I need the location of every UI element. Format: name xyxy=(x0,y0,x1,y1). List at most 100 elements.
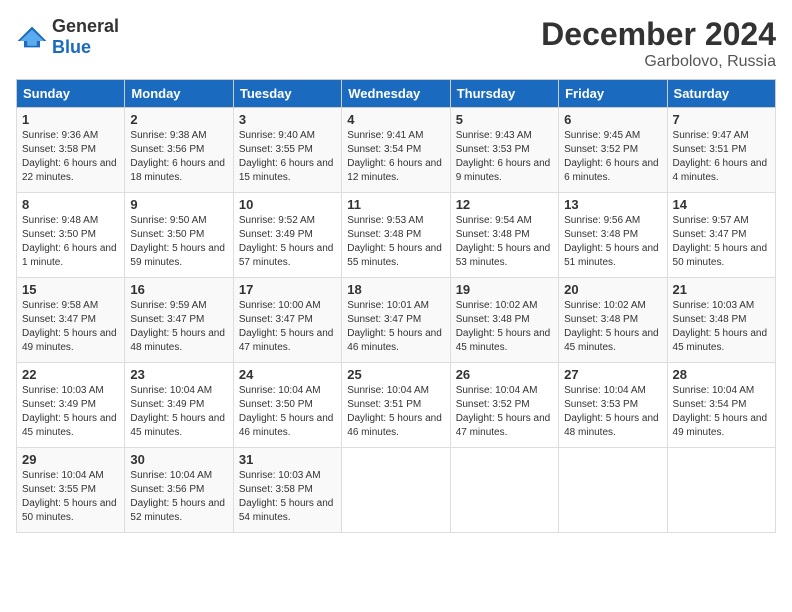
day-cell: 14Sunrise: 9:57 AMSunset: 3:47 PMDayligh… xyxy=(667,193,775,278)
day-number: 11 xyxy=(347,197,444,212)
day-info: Sunrise: 10:04 AMSunset: 3:51 PMDaylight… xyxy=(347,384,444,440)
day-cell: 10Sunrise: 9:52 AMSunset: 3:49 PMDayligh… xyxy=(233,193,341,278)
week-row-1: 8 Sunrise: 9:48 AMSunset: 3:50 PMDaylight… xyxy=(17,193,776,278)
day-info: Sunrise: 9:40 AMSunset: 3:55 PMDaylight:… xyxy=(239,129,336,185)
day-info: Sunrise: 9:56 AMSunset: 3:48 PMDaylight:… xyxy=(564,214,661,270)
day-number: 8 xyxy=(22,197,119,212)
day-info: Sunrise: 9:36 AMSunset: 3:58 PMDaylight:… xyxy=(22,129,119,185)
day-info: Sunrise: 10:03 AMSunset: 3:58 PMDaylight… xyxy=(239,469,336,525)
day-info: Sunrise: 9:41 AMSunset: 3:54 PMDaylight:… xyxy=(347,129,444,185)
day-cell: 20 Sunrise: 10:02 AMSunset: 3:48 PMDaylig… xyxy=(559,278,667,363)
day-cell: 8 Sunrise: 9:48 AMSunset: 3:50 PMDaylight… xyxy=(17,193,125,278)
day-info: Sunrise: 10:02 AMSunset: 3:48 PMDaylight… xyxy=(564,299,661,355)
day-cell: 9 Sunrise: 9:50 AMSunset: 3:50 PMDaylight… xyxy=(125,193,233,278)
calendar-header-row: SundayMondayTuesdayWednesdayThursdayFrid… xyxy=(17,80,776,108)
day-info: Sunrise: 10:04 AMSunset: 3:55 PMDaylight… xyxy=(22,469,119,525)
day-number: 31 xyxy=(239,452,336,467)
column-header-friday: Friday xyxy=(559,80,667,108)
day-number: 24 xyxy=(239,367,336,382)
day-info: Sunrise: 10:04 AMSunset: 3:56 PMDaylight… xyxy=(130,469,227,525)
column-header-sunday: Sunday xyxy=(17,80,125,108)
day-info: Sunrise: 9:52 AMSunset: 3:49 PMDaylight:… xyxy=(239,214,336,270)
day-cell: 26 Sunrise: 10:04 AMSunset: 3:52 PMDaylig… xyxy=(450,363,558,448)
day-number: 23 xyxy=(130,367,227,382)
day-number: 9 xyxy=(130,197,227,212)
day-info: Sunrise: 9:53 AMSunset: 3:48 PMDaylight:… xyxy=(347,214,444,270)
day-number: 2 xyxy=(130,112,227,127)
day-cell: 7Sunrise: 9:47 AMSunset: 3:51 PMDaylight… xyxy=(667,108,775,193)
day-cell: 15Sunrise: 9:58 AMSunset: 3:47 PMDayligh… xyxy=(17,278,125,363)
day-cell: 1 Sunrise: 9:36 AMSunset: 3:58 PMDaylight… xyxy=(17,108,125,193)
day-info: Sunrise: 10:00 AMSunset: 3:47 PMDaylight… xyxy=(239,299,336,355)
day-cell: 16 Sunrise: 9:59 AMSunset: 3:47 PMDayligh… xyxy=(125,278,233,363)
day-info: Sunrise: 9:59 AMSunset: 3:47 PMDaylight:… xyxy=(130,299,227,355)
day-cell: 23 Sunrise: 10:04 AMSunset: 3:49 PMDaylig… xyxy=(125,363,233,448)
day-number: 12 xyxy=(456,197,553,212)
day-info: Sunrise: 10:04 AMSunset: 3:52 PMDaylight… xyxy=(456,384,553,440)
logo-icon xyxy=(16,25,48,49)
day-number: 16 xyxy=(130,282,227,297)
day-number: 7 xyxy=(673,112,770,127)
day-info: Sunrise: 10:03 AMSunset: 3:48 PMDaylight… xyxy=(673,299,770,355)
day-cell: 5Sunrise: 9:43 AMSunset: 3:53 PMDaylight… xyxy=(450,108,558,193)
week-row-4: 29Sunrise: 10:04 AMSunset: 3:55 PMDaylig… xyxy=(17,448,776,533)
day-number: 19 xyxy=(456,282,553,297)
day-cell: 4 Sunrise: 9:41 AMSunset: 3:54 PMDaylight… xyxy=(342,108,450,193)
day-info: Sunrise: 9:48 AMSunset: 3:50 PMDaylight:… xyxy=(22,214,119,270)
day-number: 30 xyxy=(130,452,227,467)
column-header-monday: Monday xyxy=(125,80,233,108)
day-cell: 13Sunrise: 9:56 AMSunset: 3:48 PMDayligh… xyxy=(559,193,667,278)
column-header-wednesday: Wednesday xyxy=(342,80,450,108)
day-number: 28 xyxy=(673,367,770,382)
week-row-0: 1 Sunrise: 9:36 AMSunset: 3:58 PMDaylight… xyxy=(17,108,776,193)
day-cell xyxy=(667,448,775,533)
day-number: 4 xyxy=(347,112,444,127)
day-cell: 22Sunrise: 10:03 AMSunset: 3:49 PMDaylig… xyxy=(17,363,125,448)
month-title: December 2024 xyxy=(541,16,776,53)
day-number: 27 xyxy=(564,367,661,382)
day-number: 20 xyxy=(564,282,661,297)
day-number: 18 xyxy=(347,282,444,297)
day-cell: 27 Sunrise: 10:04 AMSunset: 3:53 PMDaylig… xyxy=(559,363,667,448)
day-cell: 6Sunrise: 9:45 AMSunset: 3:52 PMDaylight… xyxy=(559,108,667,193)
day-info: Sunrise: 9:57 AMSunset: 3:47 PMDaylight:… xyxy=(673,214,770,270)
day-info: Sunrise: 9:50 AMSunset: 3:50 PMDaylight:… xyxy=(130,214,227,270)
day-cell: 11 Sunrise: 9:53 AMSunset: 3:48 PMDayligh… xyxy=(342,193,450,278)
day-info: Sunrise: 10:04 AMSunset: 3:49 PMDaylight… xyxy=(130,384,227,440)
day-number: 15 xyxy=(22,282,119,297)
day-cell: 3 Sunrise: 9:40 AMSunset: 3:55 PMDaylight… xyxy=(233,108,341,193)
day-cell xyxy=(342,448,450,533)
week-row-3: 22Sunrise: 10:03 AMSunset: 3:49 PMDaylig… xyxy=(17,363,776,448)
day-number: 5 xyxy=(456,112,553,127)
logo-text: General Blue xyxy=(52,16,119,58)
day-info: Sunrise: 10:04 AMSunset: 3:53 PMDaylight… xyxy=(564,384,661,440)
day-info: Sunrise: 10:04 AMSunset: 3:50 PMDaylight… xyxy=(239,384,336,440)
column-header-tuesday: Tuesday xyxy=(233,80,341,108)
day-number: 3 xyxy=(239,112,336,127)
column-header-thursday: Thursday xyxy=(450,80,558,108)
day-cell xyxy=(450,448,558,533)
day-cell: 21Sunrise: 10:03 AMSunset: 3:48 PMDaylig… xyxy=(667,278,775,363)
day-cell: 28 Sunrise: 10:04 AMSunset: 3:54 PMDaylig… xyxy=(667,363,775,448)
day-cell: 31 Sunrise: 10:03 AMSunset: 3:58 PMDaylig… xyxy=(233,448,341,533)
day-cell: 29Sunrise: 10:04 AMSunset: 3:55 PMDaylig… xyxy=(17,448,125,533)
day-info: Sunrise: 10:01 AMSunset: 3:47 PMDaylight… xyxy=(347,299,444,355)
day-cell: 12Sunrise: 9:54 AMSunset: 3:48 PMDayligh… xyxy=(450,193,558,278)
day-cell: 17 Sunrise: 10:00 AMSunset: 3:47 PMDaylig… xyxy=(233,278,341,363)
title-area: December 2024 Garbolovo, Russia xyxy=(541,16,776,71)
column-header-saturday: Saturday xyxy=(667,80,775,108)
day-cell: 30 Sunrise: 10:04 AMSunset: 3:56 PMDaylig… xyxy=(125,448,233,533)
day-cell: 24 Sunrise: 10:04 AMSunset: 3:50 PMDaylig… xyxy=(233,363,341,448)
day-cell xyxy=(559,448,667,533)
day-number: 26 xyxy=(456,367,553,382)
day-cell: 2 Sunrise: 9:38 AMSunset: 3:56 PMDaylight… xyxy=(125,108,233,193)
location-title: Garbolovo, Russia xyxy=(541,53,776,71)
day-info: Sunrise: 10:04 AMSunset: 3:54 PMDaylight… xyxy=(673,384,770,440)
day-cell: 19 Sunrise: 10:02 AMSunset: 3:48 PMDaylig… xyxy=(450,278,558,363)
day-info: Sunrise: 10:02 AMSunset: 3:48 PMDaylight… xyxy=(456,299,553,355)
day-info: Sunrise: 9:38 AMSunset: 3:56 PMDaylight:… xyxy=(130,129,227,185)
day-cell: 25Sunrise: 10:04 AMSunset: 3:51 PMDaylig… xyxy=(342,363,450,448)
page-header: General Blue December 2024 Garbolovo, Ru… xyxy=(16,16,776,71)
day-number: 1 xyxy=(22,112,119,127)
day-number: 17 xyxy=(239,282,336,297)
